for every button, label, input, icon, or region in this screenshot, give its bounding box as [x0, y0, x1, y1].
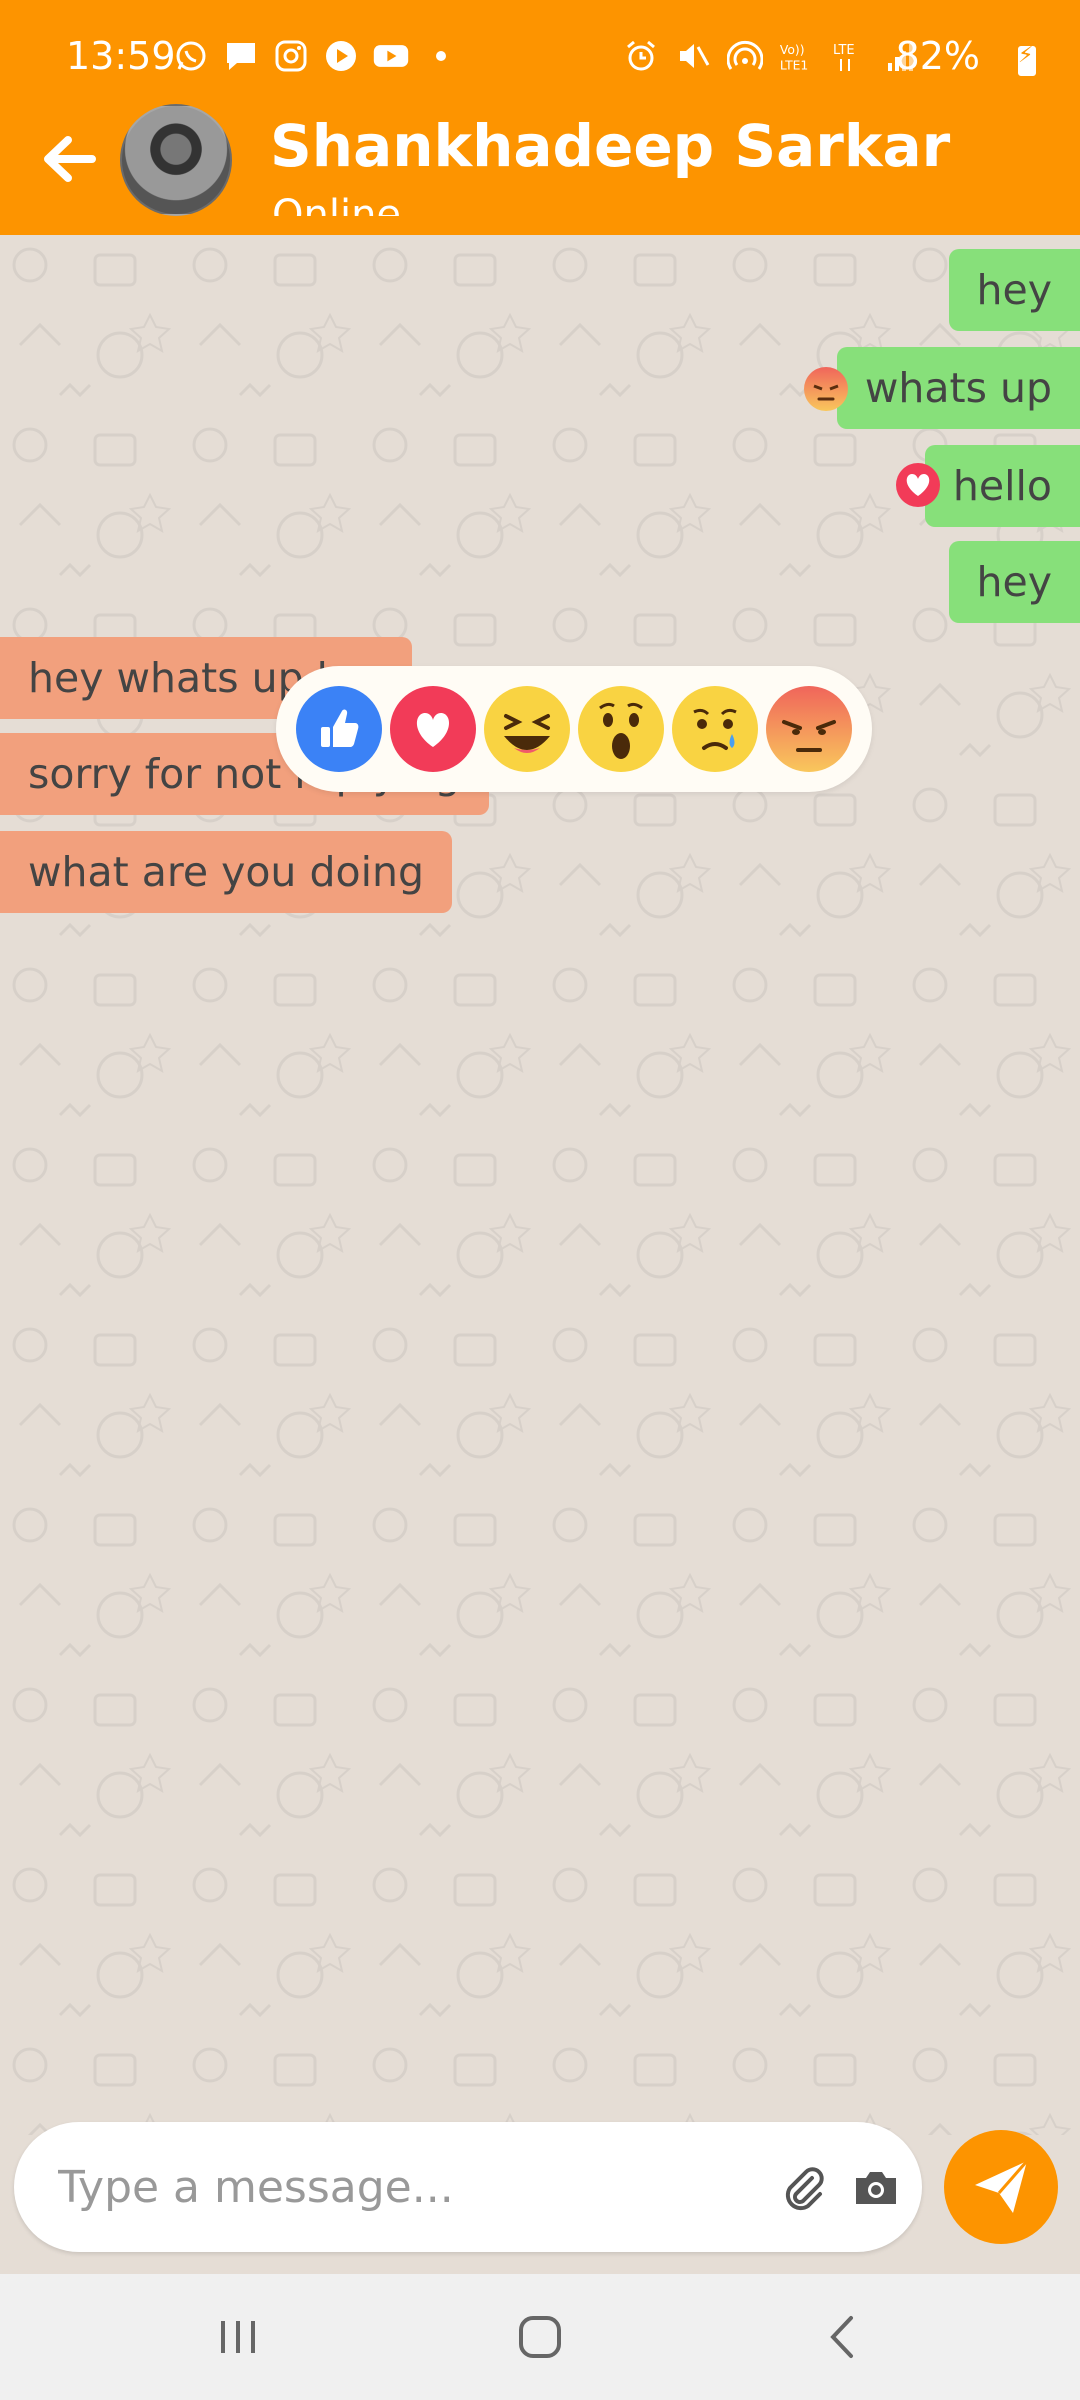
- send-icon: [975, 2160, 1029, 2213]
- mute-icon: [674, 38, 712, 74]
- back-button[interactable]: [36, 126, 102, 192]
- message-outgoing[interactable]: hey: [948, 541, 1080, 623]
- instagram-icon: [272, 38, 310, 74]
- status-time: 13:59: [66, 34, 176, 78]
- contact-status: Online: [272, 192, 402, 216]
- recent-apps-icon: [221, 2321, 255, 2353]
- like-reaction-button[interactable]: [296, 686, 382, 772]
- message-incoming[interactable]: what are you doing: [0, 831, 452, 913]
- more-notifications-dot-icon: [422, 38, 460, 74]
- message-icon: [222, 38, 260, 74]
- alarm-icon: [622, 38, 660, 74]
- attach-button[interactable]: [774, 2158, 834, 2218]
- nav-back-icon: [830, 2316, 853, 2358]
- svg-text:Vo)): Vo)): [780, 43, 805, 57]
- haha-reaction-button[interactable]: [484, 686, 570, 772]
- angry-reaction-button[interactable]: [766, 686, 852, 772]
- volte-icon: Vo)) LTE1: [778, 38, 816, 74]
- reaction-picker: [276, 666, 872, 792]
- camera-icon: [856, 2172, 896, 2204]
- youtube-icon: [372, 38, 410, 74]
- nav-back-button[interactable]: [802, 2304, 882, 2370]
- system-status-icons: Vo)) LTE1 LTE: [622, 38, 920, 74]
- recent-apps-button[interactable]: [198, 2304, 278, 2370]
- system-navigation-bar: [0, 2274, 1080, 2400]
- message-outgoing[interactable]: hello: [924, 445, 1080, 527]
- lte-data-icon: LTE: [830, 38, 868, 74]
- hotspot-icon: [726, 38, 764, 74]
- send-button[interactable]: [944, 2130, 1058, 2244]
- svg-text:LTE1: LTE1: [780, 58, 808, 72]
- message-outgoing[interactable]: whats up: [836, 347, 1080, 429]
- camera-button[interactable]: [846, 2158, 906, 2218]
- play-icon: [322, 38, 360, 74]
- angry-reaction-badge[interactable]: [804, 367, 848, 411]
- whatsapp-icon: [172, 38, 210, 74]
- laughing-face-icon: [504, 714, 550, 753]
- love-reaction-button[interactable]: [390, 686, 476, 772]
- message-outgoing[interactable]: hey: [948, 249, 1080, 331]
- arrow-left-icon: [44, 136, 96, 182]
- message-composer: [14, 2122, 922, 2252]
- heart-icon: [416, 713, 450, 747]
- paperclip-icon: [785, 2167, 824, 2211]
- love-reaction-badge[interactable]: [896, 463, 940, 507]
- message-input[interactable]: [58, 2122, 758, 2252]
- chat-area[interactable]: hey whats up hello hey hey whats up bro …: [0, 235, 1080, 2135]
- sad-reaction-button[interactable]: [672, 686, 758, 772]
- notification-icons: [172, 38, 460, 74]
- sad-face-icon: [693, 708, 737, 750]
- contact-avatar[interactable]: [120, 104, 232, 216]
- thumbs-up-icon: [321, 709, 359, 747]
- angry-face-icon: [782, 720, 836, 752]
- home-icon: [519, 2316, 561, 2358]
- surprised-face-icon: [599, 702, 643, 759]
- wow-reaction-button[interactable]: [578, 686, 664, 772]
- svg-text:LTE: LTE: [833, 43, 855, 58]
- app-header: 13:59 Vo)) LTE1 LTE 82% ⚡ Shankhadeep Sa…: [0, 0, 1080, 235]
- battery-level: 82%: [895, 34, 980, 78]
- contact-name[interactable]: Shankhadeep Sarkar: [270, 112, 950, 180]
- status-bar: 13:59 Vo)) LTE1 LTE 82% ⚡: [0, 0, 1080, 120]
- home-button[interactable]: [500, 2304, 580, 2370]
- battery-charging-icon: [1018, 43, 1036, 76]
- chat-wallpaper: [0, 235, 1080, 2135]
